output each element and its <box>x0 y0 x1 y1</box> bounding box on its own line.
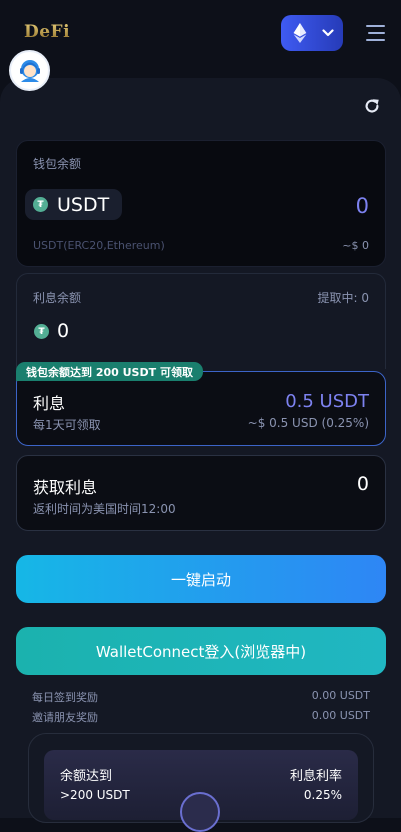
reward-label: 每日签到奖励 <box>32 691 98 704</box>
hamburger-menu-icon[interactable] <box>366 25 385 41</box>
tether-icon: ₮ <box>34 324 49 339</box>
wallet-usd-value: ~$ 0 <box>342 239 369 252</box>
interest-rate-card: 利息 每1天可领取 0.5 USDT ~$ 0.5 USD (0.25%) <box>16 371 386 446</box>
rate-subtitle: 每1天可领取 <box>33 418 101 432</box>
interest-tier-table: 余额达到 利息利率 >200 USDT 0.25% <box>44 750 358 832</box>
headset-avatar-icon <box>19 59 40 82</box>
collect-interest-card[interactable]: 获取利息 返利时间为美国时间12:00 0 <box>16 455 386 531</box>
wallet-balance-title: 钱包余额 <box>33 157 82 171</box>
tier-col2-header: 利息利率 <box>289 769 342 784</box>
one-click-start-button[interactable]: 一键启动 <box>16 555 386 603</box>
token-name: USDT <box>57 193 110 216</box>
daily-checkin-reward-row: 每日签到奖励 0.00 USDT <box>32 689 370 705</box>
invite-friend-reward-row: 邀请朋友奖励 0.00 USDT <box>32 709 370 725</box>
collect-value: 0 <box>356 473 369 495</box>
reward-label: 邀请朋友奖励 <box>32 711 98 724</box>
rate-requirement-badge: 钱包余额达到 200 USDT 可领取 <box>16 362 203 381</box>
top-bar: DeFi <box>0 0 401 70</box>
collect-title: 获取利息 <box>33 478 98 497</box>
tier-row1-rate: 0.25% <box>303 788 342 802</box>
tether-icon: ₮ <box>33 197 48 212</box>
wallet-balance-card: 钱包余额 ₮ USDT 0 USDT(ERC20,Ethereum) ~$ 0 <box>16 140 386 267</box>
tier-indicator-icon <box>180 792 220 832</box>
ethereum-icon <box>293 23 307 43</box>
rate-usd: ~$ 0.5 USD (0.25%) <box>247 416 369 430</box>
network-selector-button[interactable] <box>281 15 343 51</box>
rate-amount: 0.5 USDT <box>285 391 369 412</box>
tier-col1-header: 余额达到 <box>60 769 113 784</box>
refresh-icon[interactable] <box>363 97 381 115</box>
reward-value: 0.00 USDT <box>311 709 370 722</box>
wallet-balance-value: 0 <box>355 194 369 218</box>
withdrawing-label: 提取中: 0 <box>317 291 370 305</box>
network-label: USDT(ERC20,Ethereum) <box>33 239 165 252</box>
customer-support-icon[interactable] <box>9 50 50 91</box>
interest-balance-value: 0 <box>57 320 70 342</box>
token-selector[interactable]: ₮ USDT <box>25 189 122 220</box>
interest-balance-card: 利息余额 提取中: 0 ₮ 0 <box>16 273 386 369</box>
logo: DeFi <box>24 22 71 42</box>
chevron-down-icon <box>322 29 334 37</box>
interest-balance-title: 利息余额 <box>33 291 82 305</box>
reward-value: 0.00 USDT <box>311 689 370 702</box>
tier-row1-amount: >200 USDT <box>60 788 130 802</box>
rate-title: 利息 <box>33 394 66 413</box>
walletconnect-login-button[interactable]: WalletConnect登入(浏览器中) <box>16 627 386 675</box>
collect-subtitle: 返利时间为美国时间12:00 <box>33 502 176 516</box>
